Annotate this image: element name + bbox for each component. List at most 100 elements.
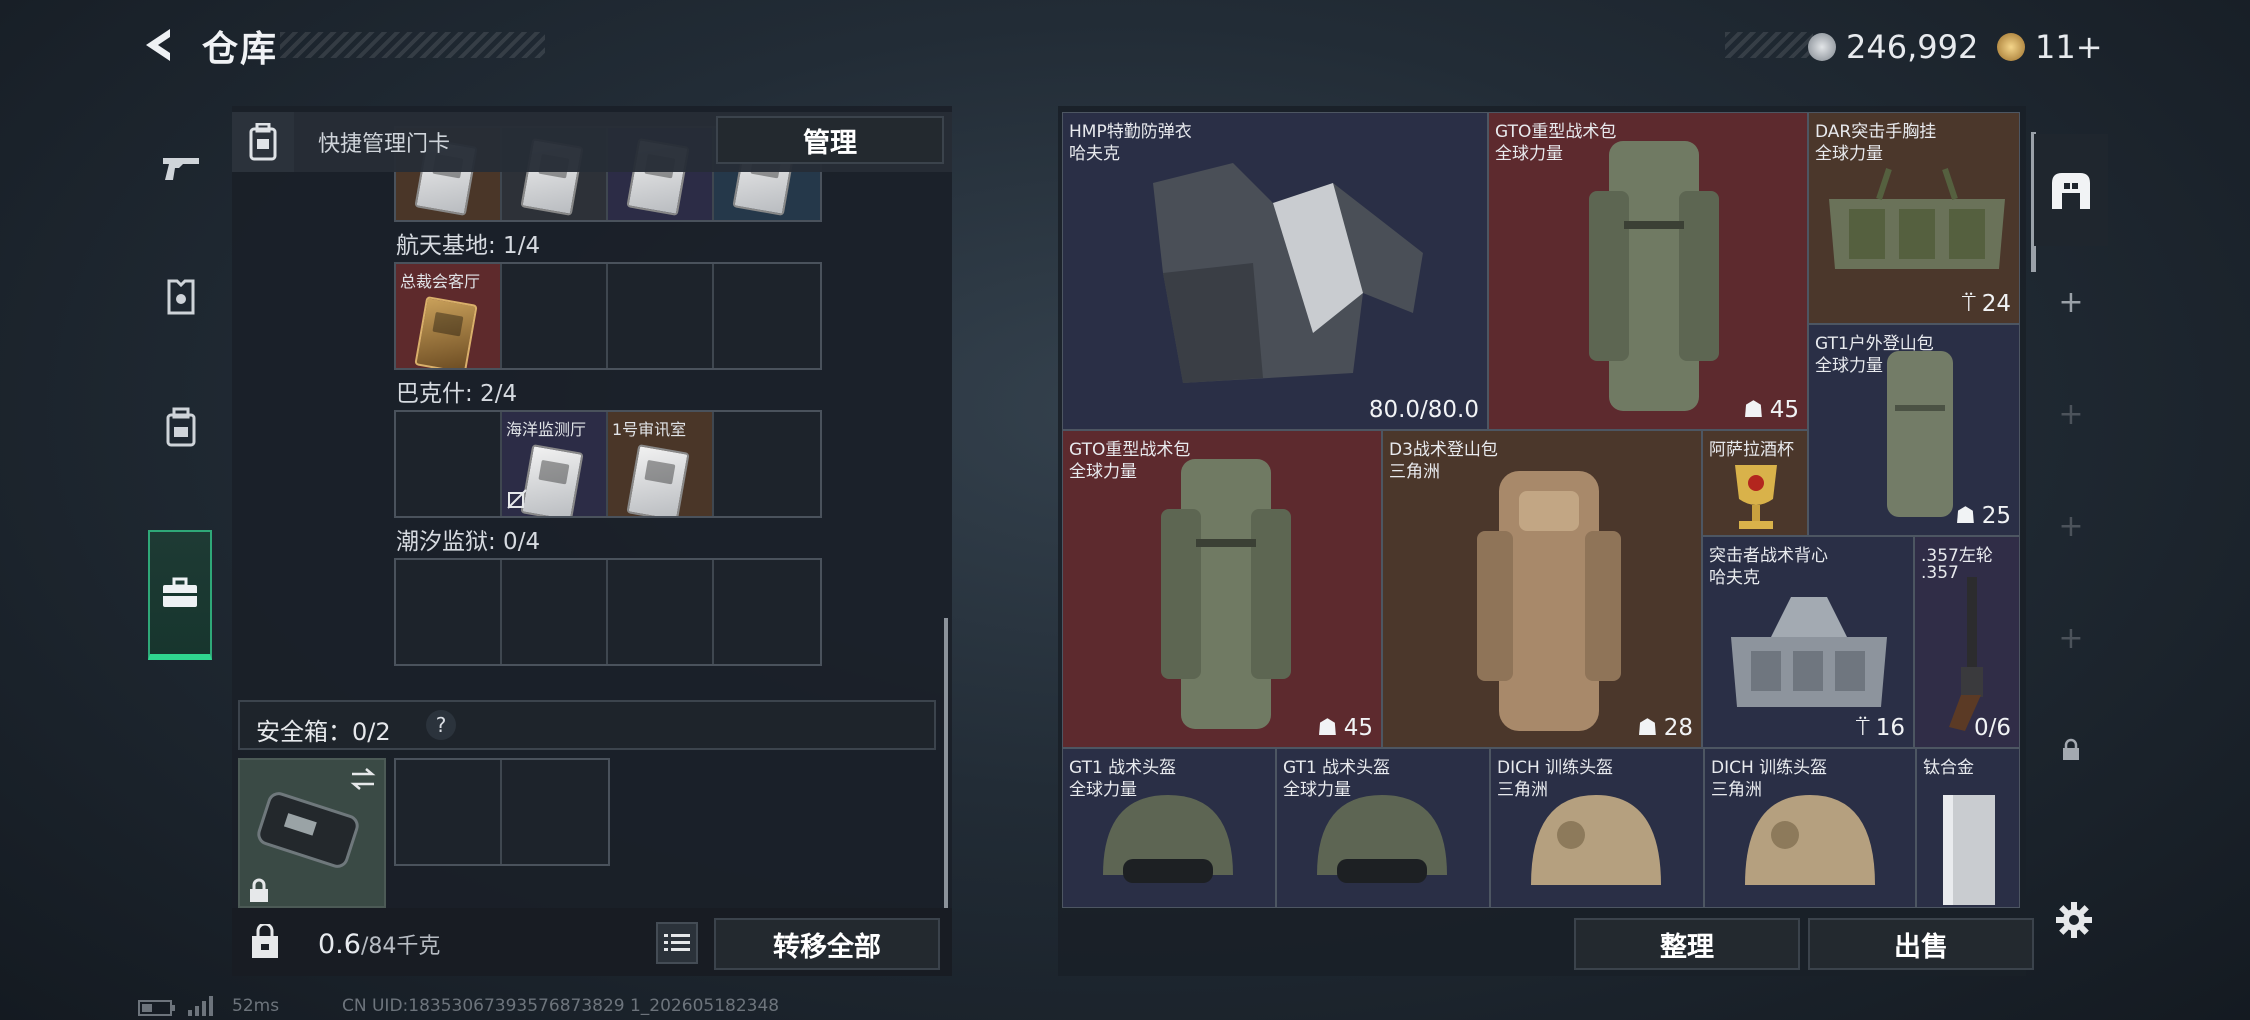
tab-armor[interactable] <box>138 232 224 362</box>
inventory-item-gt1-backpack[interactable]: GT1户外登山包 全球力量 ☗ 25 <box>1808 324 2020 536</box>
tactical-vest-image <box>1731 597 1887 707</box>
doorcard-row-aerospace-base: 总裁会客厅 <box>394 262 822 370</box>
list-view-button[interactable] <box>656 922 698 964</box>
doorcard-slot-empty[interactable] <box>396 560 502 664</box>
doorcard-slot-empty[interactable] <box>396 412 502 516</box>
plus-icon: + <box>2058 396 2084 432</box>
tab-backpack[interactable] <box>138 362 224 492</box>
item-ammo-count: 0/6 <box>1973 715 2011 741</box>
battery-icon <box>138 1000 175 1016</box>
safebox-slot-empty[interactable] <box>502 760 608 864</box>
section-title-tidal-prison: 潮汐监狱: 0/4 <box>396 529 541 555</box>
add-storage-button-disabled[interactable]: + <box>2034 358 2108 470</box>
gear-icon <box>2056 902 2092 938</box>
doorcard-row-bakhsh: 海洋监测厅 1号审讯室 <box>394 410 822 518</box>
doorcard-slot-empty[interactable] <box>714 412 820 516</box>
inventory-item-hmp-vest[interactable]: HMP特勤防弹衣 哈夫克 80.0/80.0 <box>1062 112 1488 430</box>
section-title-bakhsh: 巴克什: 2/4 <box>396 381 518 407</box>
backpack-icon <box>166 407 196 447</box>
tab-weapons[interactable] <box>138 102 224 232</box>
doorcard-slot[interactable]: 海洋监测厅 <box>502 412 608 516</box>
swap-icon[interactable] <box>348 766 378 792</box>
doorcard-slot-empty[interactable] <box>608 264 714 368</box>
locked-storage[interactable] <box>2034 694 2108 806</box>
doorcard-bar-icon-box <box>232 112 294 172</box>
add-storage-button-disabled[interactable]: + <box>2034 470 2108 582</box>
item-brand: 哈夫克 <box>1069 144 1120 164</box>
item-capacity: ☗ 25 <box>1955 503 2011 529</box>
inventory-item-dar-chest-rig[interactable]: DAR突击手胸挂 全球力量 ⍡ 24 <box>1808 112 2020 324</box>
doorcard-slot-empty[interactable] <box>608 560 714 664</box>
backpack-image <box>1161 459 1291 729</box>
inventory-item-dich-helmet-2[interactable]: DICH 训练头盔 三角洲 <box>1704 748 1916 908</box>
helmet-image <box>1317 795 1447 883</box>
settings-button[interactable] <box>2052 898 2096 942</box>
inventory-item-gt1-helmet[interactable]: GT1 战术头盔 全球力量 <box>1062 748 1276 908</box>
currency-decoration <box>1725 32 1813 58</box>
plus-icon: + <box>2058 620 2084 656</box>
safebox-slots <box>394 758 610 866</box>
gold-currency: 11+ <box>1997 28 2103 66</box>
inventory-item-asara-cup[interactable]: 阿萨拉酒杯 <box>1702 430 1808 536</box>
transfer-all-button[interactable]: 转移全部 <box>714 918 940 970</box>
add-storage-button[interactable]: + <box>2034 246 2108 358</box>
metal-plate-image <box>1943 795 1995 905</box>
inventory-item-gto-bag-2[interactable]: GTO重型战术包 全球力量 ☗ 45 <box>1062 430 1382 748</box>
safebox-help-button[interactable]: ? <box>426 710 456 740</box>
title-decoration <box>280 32 545 58</box>
signal-icon <box>188 996 213 1016</box>
lock-icon <box>250 878 268 902</box>
armor-icon <box>167 279 195 315</box>
capacity-icon: ☗ <box>1317 715 1338 741</box>
inventory-item-d3-backpack[interactable]: D3战术登山包 三角洲 ☗ 28 <box>1382 430 1702 748</box>
capacity-icon: ☗ <box>1637 715 1658 741</box>
item-brand: 全球力量 <box>1815 356 1883 376</box>
inventory-item-gto-bag[interactable]: GTO重型战术包 全球力量 ☗ 45 <box>1488 112 1808 430</box>
safebox-case[interactable] <box>238 758 386 908</box>
doorcard-slot-empty[interactable] <box>714 264 820 368</box>
inventory-item-raider-vest[interactable]: 突击者战术背心 哈夫克 ⍡ 16 <box>1702 536 1914 748</box>
item-brand: 全球力量 <box>1495 144 1563 164</box>
doorcard-slot-empty[interactable] <box>714 560 820 664</box>
doorcard-image <box>626 444 690 516</box>
back-button[interactable] <box>138 22 182 68</box>
doorcard-slot[interactable]: 总裁会客厅 <box>396 264 502 368</box>
item-capacity-value: 45 <box>1769 397 1799 423</box>
inventory-item-gt1-helmet-2[interactable]: GT1 战术头盔 全球力量 <box>1276 748 1490 908</box>
silver-coin-icon <box>1808 33 1836 61</box>
uid-text: CN UID:18353067393576873829 1_2026051823… <box>342 996 780 1016</box>
item-durability: 80.0/80.0 <box>1368 397 1479 423</box>
safebox-slot-empty[interactable] <box>396 760 502 864</box>
doorcard-slot-empty[interactable] <box>502 264 608 368</box>
right-storage-tabs: + + + + <box>2034 134 2108 784</box>
page-title: 仓库 <box>202 29 279 70</box>
inventory-item-357-revolver[interactable]: .357左轮 .357 0/6 <box>1914 536 2020 748</box>
inventory-item-dich-helmet[interactable]: DICH 训练头盔 三角洲 <box>1490 748 1704 908</box>
sell-button[interactable]: 出售 <box>1808 918 2034 970</box>
list-icon <box>664 934 690 951</box>
chest-rig-image <box>1829 168 2005 269</box>
doorcard-scrollbar[interactable] <box>944 618 948 908</box>
toolbox-icon <box>163 577 197 607</box>
warehouse-icon <box>2052 173 2090 209</box>
doorcard-bar-label: 快捷管理门卡 <box>318 132 451 157</box>
section-title-aerospace-base: 航天基地: 1/4 <box>396 233 541 259</box>
doorcard-slot[interactable]: 1号审讯室 <box>608 412 714 516</box>
sort-button[interactable]: 整理 <box>1574 918 1800 970</box>
goblet-image <box>1735 465 1777 529</box>
doorcard-slot-empty[interactable] <box>502 560 608 664</box>
body-armor-image <box>1153 163 1423 383</box>
tab-toolbox[interactable] <box>148 530 212 660</box>
safebox-label: 安全箱：0/2 <box>256 718 391 746</box>
item-brand: 三角洲 <box>1389 462 1440 482</box>
gold-currency-value: 11+ <box>2035 28 2103 66</box>
add-storage-button-disabled[interactable]: + <box>2034 582 2108 694</box>
ping-value: 52ms <box>232 996 280 1016</box>
inventory-item-titanium-alloy[interactable]: 钛合金 <box>1916 748 2020 908</box>
manage-button[interactable]: 管理 <box>716 116 944 164</box>
left-category-tabs <box>138 102 224 672</box>
backpack-image <box>1589 141 1719 411</box>
gun-icon <box>163 158 199 180</box>
tab-warehouse[interactable] <box>2034 134 2108 246</box>
item-name: 钛合金 <box>1923 758 1974 778</box>
